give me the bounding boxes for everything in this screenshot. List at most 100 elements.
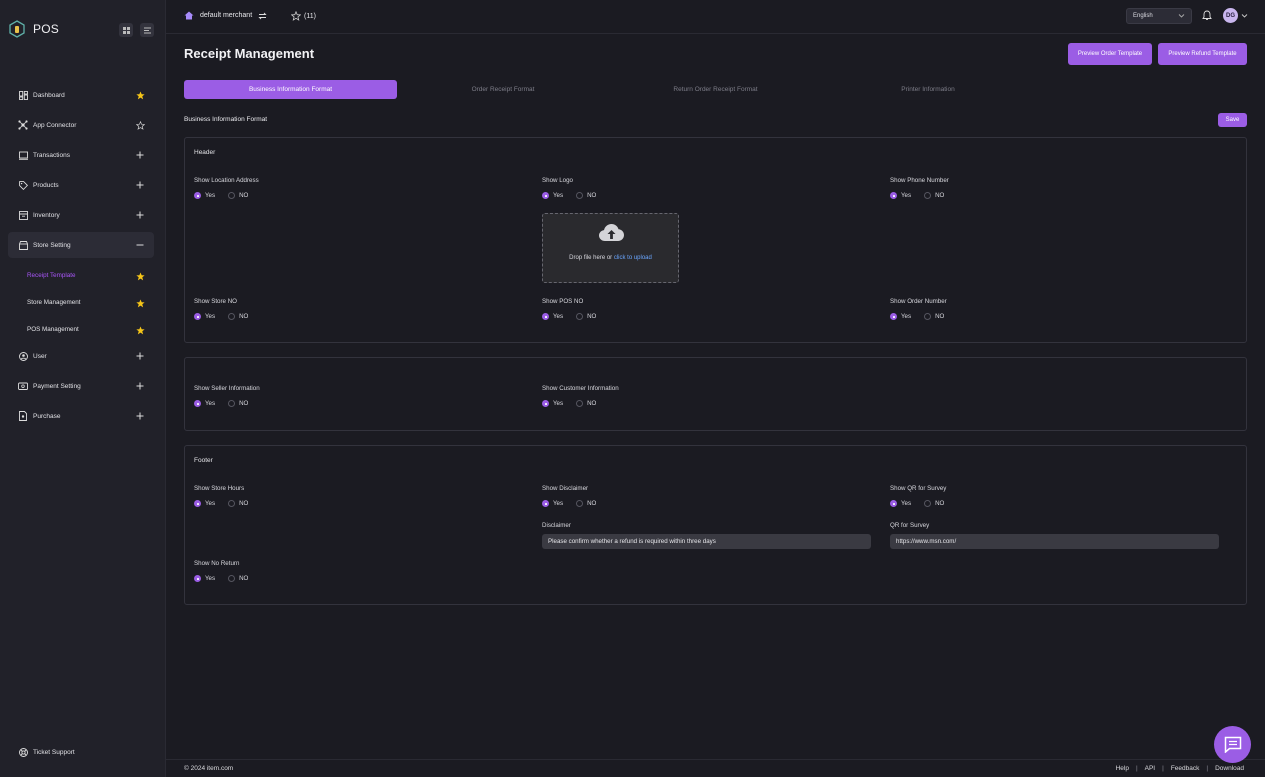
sidebar-subitem-pos-management[interactable]: POS Management (8, 316, 154, 343)
field-label: Show Phone Number (890, 177, 949, 184)
collapse-sidebar-button[interactable] (140, 23, 154, 37)
radio-no[interactable]: NO (924, 192, 944, 199)
sidebar-item-inventory[interactable]: Inventory (8, 202, 154, 228)
radio-no[interactable]: NO (228, 192, 248, 199)
sidebar-item-app-connector[interactable]: App Connector (8, 112, 154, 138)
divider: | (1135, 765, 1138, 772)
radio-no[interactable]: NO (228, 313, 248, 320)
radio-no[interactable]: NO (576, 192, 596, 199)
show-store-hours-field: Show Store Hours Yes NO (194, 485, 248, 507)
support-icon (19, 748, 28, 757)
footer-links: Help | API | Feedback | Download (1116, 765, 1244, 772)
radio-yes[interactable]: Yes (542, 400, 563, 407)
radio-label: NO (239, 500, 249, 507)
chat-button[interactable] (1214, 726, 1251, 763)
radio-dot (194, 500, 201, 507)
star-filled-icon[interactable] (135, 298, 145, 308)
notification-bell[interactable] (1202, 10, 1212, 23)
user-icon (18, 351, 28, 361)
plus-icon[interactable] (135, 381, 145, 391)
qr-survey-url-input[interactable]: https://www.msn.com/ (890, 534, 1219, 549)
chevron-down-icon (1178, 14, 1185, 18)
radio-yes[interactable]: Yes (194, 400, 215, 407)
sidebar-item-transactions[interactable]: Transactions (8, 142, 154, 168)
radio-no[interactable]: NO (228, 575, 248, 582)
brand[interactable]: POS (9, 20, 59, 38)
field-label: Show No Return (194, 560, 240, 567)
save-button[interactable]: Save (1218, 113, 1247, 127)
sidebar-item-user[interactable]: User (8, 343, 154, 369)
preview-order-template-button[interactable]: Preview Order Template (1068, 43, 1152, 65)
user-menu[interactable]: DG (1223, 8, 1248, 23)
radio-no[interactable]: NO (924, 500, 944, 507)
plus-icon[interactable] (135, 351, 145, 361)
radio-label: NO (587, 313, 597, 320)
radio-yes[interactable]: Yes (890, 313, 911, 320)
radio-yes[interactable]: Yes (194, 575, 215, 582)
radio-no[interactable]: NO (576, 400, 596, 407)
language-select[interactable]: English (1126, 8, 1192, 24)
radio-no[interactable]: NO (924, 313, 944, 320)
tag-icon (18, 180, 28, 190)
radio-label: NO (587, 500, 597, 507)
preview-refund-template-button[interactable]: Preview Refund Template (1158, 43, 1247, 65)
minus-icon[interactable] (135, 240, 145, 250)
radio-dot (542, 500, 549, 507)
tab-printer-information[interactable]: Printer Information (822, 80, 1034, 99)
favorites-count: (11) (304, 12, 316, 20)
grid-view-button[interactable] (119, 23, 133, 37)
radio-yes[interactable]: Yes (890, 192, 911, 199)
star-filled-icon[interactable] (135, 90, 145, 100)
footer-link-help[interactable]: Help (1116, 765, 1129, 772)
sidebar-subitem-receipt-template[interactable]: Receipt Template (8, 262, 154, 289)
radio-yes[interactable]: Yes (194, 500, 215, 507)
footer-link-download[interactable]: Download (1215, 765, 1244, 772)
plus-icon[interactable] (135, 150, 145, 160)
radio-no[interactable]: NO (576, 313, 596, 320)
tab-return-order-receipt-format[interactable]: Return Order Receipt Format (609, 80, 822, 99)
star-filled-icon[interactable] (135, 325, 145, 335)
field-label: Show Customer Information (542, 385, 619, 392)
language-value: English (1133, 13, 1153, 19)
radio-label: NO (239, 192, 249, 199)
sidebar-nav: Dashboard App Connector Transactions Pro… (8, 82, 154, 433)
tab-business-information-format[interactable]: Business Information Format (184, 80, 397, 99)
radio-yes[interactable]: Yes (542, 192, 563, 199)
plus-icon[interactable] (135, 210, 145, 220)
plus-icon[interactable] (135, 411, 145, 421)
radio-yes[interactable]: Yes (890, 500, 911, 507)
star-outline-icon[interactable] (135, 120, 145, 130)
ticket-support-link[interactable]: Ticket Support (19, 748, 75, 757)
footer-link-api[interactable]: API (1145, 765, 1155, 772)
sidebar-item-label: Purchase (33, 412, 61, 420)
radio-label: Yes (901, 500, 912, 507)
tab-order-receipt-format[interactable]: Order Receipt Format (397, 80, 609, 99)
footer-link-feedback[interactable]: Feedback (1171, 765, 1200, 772)
sidebar-subitem-store-management[interactable]: Store Management (8, 289, 154, 316)
sidebar-subitem-label: Receipt Template (27, 272, 76, 279)
click-to-upload-link[interactable]: click to upload (614, 255, 652, 261)
radio-dot (890, 192, 897, 199)
merchant-switcher[interactable]: default merchant (184, 11, 267, 20)
favorites-button[interactable]: (11) (291, 11, 316, 21)
radio-no[interactable]: NO (576, 500, 596, 507)
radio-dot (228, 575, 236, 582)
radio-no[interactable]: NO (228, 400, 248, 407)
plus-icon[interactable] (135, 180, 145, 190)
sidebar-item-payment-setting[interactable]: Payment Setting (8, 373, 154, 399)
sidebar-item-purchase[interactable]: Purchase (8, 403, 154, 429)
radio-dot (542, 400, 549, 407)
sidebar-item-products[interactable]: Products (8, 172, 154, 198)
radio-no[interactable]: NO (228, 500, 248, 507)
sidebar-item-dashboard[interactable]: Dashboard (8, 82, 154, 108)
radio-yes[interactable]: Yes (542, 500, 563, 507)
radio-yes[interactable]: Yes (194, 192, 215, 199)
logo-upload-dropzone[interactable]: Drop file here or click to upload (542, 213, 679, 283)
radio-label: NO (239, 575, 249, 582)
sidebar-item-store-setting[interactable]: Store Setting (8, 232, 154, 258)
radio-yes[interactable]: Yes (194, 313, 215, 320)
star-filled-icon[interactable] (135, 271, 145, 281)
radio-dot (576, 400, 584, 407)
disclaimer-input[interactable]: Please confirm whether a refund is requi… (542, 534, 871, 549)
radio-yes[interactable]: Yes (542, 313, 563, 320)
